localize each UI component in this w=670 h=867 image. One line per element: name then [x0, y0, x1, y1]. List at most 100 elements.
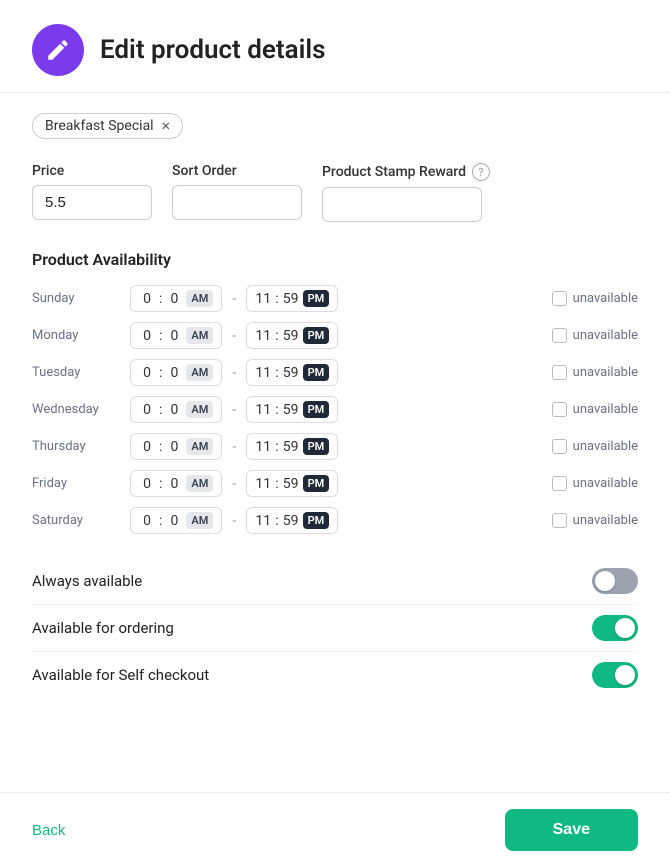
unavailable-checkbox[interactable] — [552, 439, 567, 454]
back-button[interactable]: Back — [32, 822, 65, 839]
day-label: Sunday — [32, 291, 122, 306]
edit-icon — [45, 37, 71, 63]
end-min: 59 — [283, 365, 299, 381]
availability-table: Sunday 0 : 0 AM - 11 : 59 PM unavailable… — [32, 285, 638, 534]
end-hour: 11 — [255, 328, 271, 344]
page-title: Edit product details — [100, 35, 325, 65]
start-time-block: 0 : 0 AM — [130, 359, 222, 386]
sort-order-label: Sort Order — [172, 163, 302, 179]
start-ampm[interactable]: AM — [186, 364, 213, 381]
start-ampm[interactable]: AM — [186, 327, 213, 344]
start-min: 0 — [166, 476, 182, 492]
end-time-block: 11 : 59 PM — [246, 396, 338, 423]
start-time-block: 0 : 0 AM — [130, 322, 222, 349]
start-time-block: 0 : 0 AM — [130, 433, 222, 460]
product-tag: Breakfast Special × — [32, 113, 183, 139]
end-min: 59 — [283, 291, 299, 307]
end-hour: 11 — [255, 291, 271, 307]
unavailable-block: unavailable — [552, 402, 638, 417]
unavailable-checkbox[interactable] — [552, 402, 567, 417]
end-min: 59 — [283, 476, 299, 492]
unavailable-checkbox[interactable] — [552, 291, 567, 306]
start-ampm[interactable]: AM — [186, 475, 213, 492]
end-ampm[interactable]: PM — [303, 401, 330, 418]
start-ampm[interactable]: AM — [186, 512, 213, 529]
avail-row: Sunday 0 : 0 AM - 11 : 59 PM unavailable — [32, 285, 638, 312]
start-ampm[interactable]: AM — [186, 438, 213, 455]
end-hour: 11 — [255, 476, 271, 492]
start-time-block: 0 : 0 AM — [130, 507, 222, 534]
end-time-block: 11 : 59 PM — [246, 470, 338, 497]
end-hour: 11 — [255, 439, 271, 455]
start-ampm[interactable]: AM — [186, 290, 213, 307]
start-min: 0 — [166, 513, 182, 529]
available-self-checkout-row: Available for Self checkout — [32, 652, 638, 698]
day-label: Thursday — [32, 439, 122, 454]
avail-row: Wednesday 0 : 0 AM - 11 : 59 PM unavaila… — [32, 396, 638, 423]
end-min: 59 — [283, 439, 299, 455]
start-hour: 0 — [139, 439, 155, 455]
available-self-checkout-toggle[interactable] — [592, 662, 638, 688]
unavailable-block: unavailable — [552, 291, 638, 306]
stamp-reward-label: Product Stamp Reward ? — [322, 163, 490, 181]
unavailable-label: unavailable — [573, 291, 638, 306]
price-input[interactable] — [32, 185, 152, 220]
header-icon — [32, 24, 84, 76]
unavailable-label: unavailable — [573, 513, 638, 528]
start-hour: 0 — [139, 291, 155, 307]
tag-close-icon[interactable]: × — [162, 118, 171, 134]
end-hour: 11 — [255, 513, 271, 529]
unavailable-checkbox[interactable] — [552, 476, 567, 491]
unavailable-label: unavailable — [573, 328, 638, 343]
start-hour: 0 — [139, 402, 155, 418]
available-self-checkout-label: Available for Self checkout — [32, 666, 209, 684]
product-availability-section: Product Availability Sunday 0 : 0 AM - 1… — [32, 250, 638, 534]
avail-row: Friday 0 : 0 AM - 11 : 59 PM unavailable — [32, 470, 638, 497]
day-label: Tuesday — [32, 365, 122, 380]
header: Edit product details — [0, 0, 670, 93]
end-hour: 11 — [255, 365, 271, 381]
price-field-group: Price — [32, 163, 152, 220]
end-ampm[interactable]: PM — [303, 290, 330, 307]
start-min: 0 — [166, 365, 182, 381]
sort-order-input[interactable] — [172, 185, 302, 220]
end-time-block: 11 : 59 PM — [246, 322, 338, 349]
available-ordering-toggle[interactable] — [592, 615, 638, 641]
start-time-block: 0 : 0 AM — [130, 396, 222, 423]
unavailable-label: unavailable — [573, 402, 638, 417]
end-ampm[interactable]: PM — [303, 327, 330, 344]
end-ampm[interactable]: PM — [303, 475, 330, 492]
help-icon[interactable]: ? — [472, 163, 490, 181]
always-available-toggle[interactable] — [592, 568, 638, 594]
tag-label: Breakfast Special — [45, 118, 154, 134]
always-available-row: Always available — [32, 558, 638, 605]
end-ampm[interactable]: PM — [303, 512, 330, 529]
end-time-block: 11 : 59 PM — [246, 507, 338, 534]
end-ampm[interactable]: PM — [303, 438, 330, 455]
unavailable-block: unavailable — [552, 476, 638, 491]
start-hour: 0 — [139, 476, 155, 492]
start-hour: 0 — [139, 328, 155, 344]
unavailable-checkbox[interactable] — [552, 365, 567, 380]
avail-row: Thursday 0 : 0 AM - 11 : 59 PM unavailab… — [32, 433, 638, 460]
end-time-block: 11 : 59 PM — [246, 433, 338, 460]
unavailable-checkbox[interactable] — [552, 328, 567, 343]
start-hour: 0 — [139, 513, 155, 529]
end-min: 59 — [283, 513, 299, 529]
start-min: 0 — [166, 291, 182, 307]
start-ampm[interactable]: AM — [186, 401, 213, 418]
stamp-reward-input[interactable] — [322, 187, 482, 222]
avail-row: Saturday 0 : 0 AM - 11 : 59 PM unavailab… — [32, 507, 638, 534]
start-min: 0 — [166, 439, 182, 455]
start-hour: 0 — [139, 365, 155, 381]
sort-order-field-group: Sort Order — [172, 163, 302, 220]
footer: Back Save — [0, 792, 670, 867]
end-ampm[interactable]: PM — [303, 364, 330, 381]
unavailable-block: unavailable — [552, 439, 638, 454]
day-label: Saturday — [32, 513, 122, 528]
available-ordering-row: Available for ordering — [32, 605, 638, 652]
unavailable-checkbox[interactable] — [552, 513, 567, 528]
start-min: 0 — [166, 402, 182, 418]
save-button[interactable]: Save — [505, 809, 638, 851]
unavailable-block: unavailable — [552, 365, 638, 380]
